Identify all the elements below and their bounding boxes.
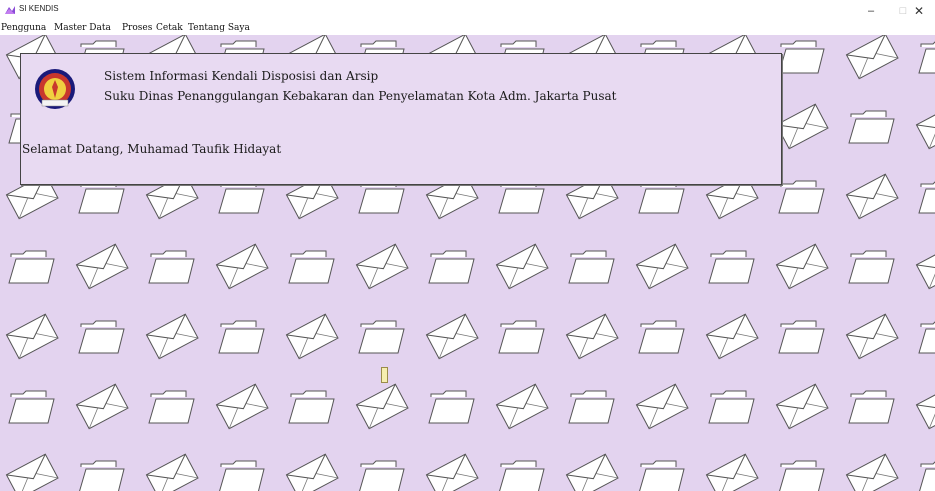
envelope-icon bbox=[425, 313, 479, 360]
system-title: Sistem Informasi Kendali Disposisi dan A… bbox=[104, 69, 379, 83]
folder-icon bbox=[848, 390, 895, 424]
title-bar: SI KENDIS – □ ✕ bbox=[0, 0, 935, 22]
envelope-icon bbox=[845, 313, 899, 360]
folder-icon bbox=[568, 250, 615, 284]
folder-icon bbox=[778, 40, 825, 74]
app-logo-icon bbox=[5, 6, 15, 14]
envelope-icon bbox=[355, 383, 409, 430]
envelope-icon bbox=[495, 383, 549, 430]
envelope-icon bbox=[5, 453, 59, 491]
folder-icon bbox=[638, 460, 685, 491]
close-button[interactable]: ✕ bbox=[903, 0, 935, 22]
folder-icon bbox=[778, 320, 825, 354]
envelope-icon bbox=[285, 313, 339, 360]
folder-icon bbox=[848, 110, 895, 144]
menu-master-data[interactable]: Master Data bbox=[54, 23, 111, 33]
envelope-icon bbox=[845, 453, 899, 491]
envelope-icon bbox=[635, 243, 689, 290]
organization-name: Suku Dinas Penanggulangan Kebakaran dan … bbox=[104, 89, 617, 103]
folder-icon bbox=[778, 460, 825, 491]
envelope-icon bbox=[565, 313, 619, 360]
folder-icon bbox=[918, 180, 935, 214]
folder-icon bbox=[498, 320, 545, 354]
envelope-icon bbox=[775, 103, 829, 150]
envelope-icon bbox=[285, 453, 339, 491]
welcome-panel: Sistem Informasi Kendali Disposisi dan A… bbox=[20, 53, 782, 185]
folder-icon bbox=[288, 250, 335, 284]
envelope-icon bbox=[215, 243, 269, 290]
folder-icon bbox=[918, 460, 935, 491]
envelope-icon bbox=[425, 453, 479, 491]
folder-icon bbox=[638, 320, 685, 354]
folder-icon bbox=[848, 250, 895, 284]
envelope-icon bbox=[705, 453, 759, 491]
folder-icon bbox=[8, 390, 55, 424]
folder-icon bbox=[918, 40, 935, 74]
envelope-icon bbox=[845, 35, 899, 80]
folder-icon bbox=[918, 320, 935, 354]
envelope-icon bbox=[915, 243, 935, 290]
menu-proses[interactable]: Proses bbox=[122, 23, 152, 33]
folder-icon bbox=[8, 250, 55, 284]
envelope-icon bbox=[775, 243, 829, 290]
menu-tentang-saya[interactable]: Tentang Saya bbox=[188, 23, 250, 33]
envelope-icon bbox=[5, 313, 59, 360]
envelope-icon bbox=[75, 243, 129, 290]
envelope-icon bbox=[915, 103, 935, 150]
envelope-icon bbox=[845, 173, 899, 220]
envelope-icon bbox=[565, 453, 619, 491]
folder-icon bbox=[358, 460, 405, 491]
folder-icon bbox=[78, 180, 125, 214]
folder-icon bbox=[638, 180, 685, 214]
envelope-icon bbox=[705, 313, 759, 360]
folder-icon bbox=[358, 320, 405, 354]
folder-icon bbox=[708, 250, 755, 284]
envelope-icon bbox=[75, 383, 129, 430]
folder-icon bbox=[148, 250, 195, 284]
menu-bar: Pengguna Master Data Proses Cetak Tentan… bbox=[0, 22, 935, 35]
folder-icon bbox=[78, 320, 125, 354]
envelope-icon bbox=[915, 383, 935, 430]
folder-icon bbox=[568, 390, 615, 424]
envelope-icon bbox=[635, 383, 689, 430]
folder-icon bbox=[148, 390, 195, 424]
folder-icon bbox=[218, 320, 265, 354]
minimize-button[interactable]: – bbox=[855, 0, 887, 22]
envelope-icon bbox=[145, 313, 199, 360]
fire-department-emblem-icon bbox=[35, 69, 75, 109]
folder-icon bbox=[288, 390, 335, 424]
envelope-icon bbox=[355, 243, 409, 290]
envelope-icon bbox=[145, 453, 199, 491]
folder-icon bbox=[428, 390, 475, 424]
folder-icon bbox=[498, 460, 545, 491]
menu-pengguna[interactable]: Pengguna bbox=[1, 23, 46, 33]
folder-icon bbox=[708, 390, 755, 424]
folder-icon bbox=[498, 180, 545, 214]
folder-icon bbox=[218, 180, 265, 214]
folder-icon bbox=[358, 180, 405, 214]
folder-icon bbox=[428, 250, 475, 284]
envelope-icon bbox=[495, 243, 549, 290]
envelope-icon bbox=[215, 383, 269, 430]
envelope-icon bbox=[775, 383, 829, 430]
welcome-message: Selamat Datang, Muhamad Taufik Hidayat bbox=[22, 142, 282, 156]
text-cursor-marker bbox=[381, 367, 388, 383]
window-title: SI KENDIS bbox=[19, 4, 59, 13]
folder-icon bbox=[218, 460, 265, 491]
menu-cetak[interactable]: Cetak bbox=[156, 23, 183, 33]
folder-icon bbox=[778, 180, 825, 214]
folder-icon bbox=[78, 460, 125, 491]
